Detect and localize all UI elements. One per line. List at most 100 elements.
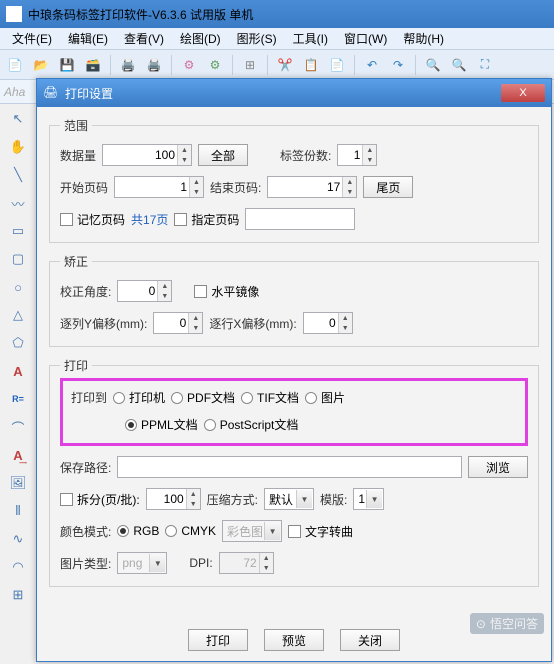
separator bbox=[232, 55, 233, 75]
saveall-icon[interactable]: 🗃️ bbox=[82, 54, 104, 76]
arc2-icon[interactable]: ◠ bbox=[7, 556, 29, 578]
last-page-button[interactable]: 尾页 bbox=[363, 176, 413, 198]
color-profile-combo[interactable]: 彩色图▼ bbox=[222, 520, 282, 542]
save-path-label: 保存路径: bbox=[60, 459, 111, 476]
compress-label: 压缩方式: bbox=[207, 491, 258, 508]
image-type-combo[interactable]: png▼ bbox=[117, 552, 167, 574]
image-icon[interactable]: 🖼 bbox=[7, 472, 29, 494]
cut-icon[interactable]: ✂️ bbox=[274, 54, 296, 76]
all-button[interactable]: 全部 bbox=[198, 144, 248, 166]
menu-window[interactable]: 窗口(W) bbox=[336, 28, 395, 49]
hand-icon[interactable]: ✋ bbox=[7, 136, 29, 158]
angle-input[interactable]: ▲▼ bbox=[117, 280, 172, 302]
menu-view[interactable]: 查看(V) bbox=[116, 28, 172, 49]
dialog-icon: 🖨 bbox=[43, 85, 59, 101]
separator bbox=[415, 55, 416, 75]
print-button[interactable]: 打印 bbox=[188, 629, 248, 651]
split-input[interactable]: ▲▼ bbox=[146, 488, 201, 510]
radio-ppml[interactable]: PPML文档 bbox=[125, 416, 198, 433]
radio-postscript[interactable]: PostScript文档 bbox=[204, 416, 299, 433]
split-checkbox[interactable]: 拆分(页/批): bbox=[60, 491, 140, 508]
menu-tool[interactable]: 工具(I) bbox=[285, 28, 336, 49]
close-dialog-button[interactable]: 关闭 bbox=[340, 629, 400, 651]
dialog-title: 打印设置 bbox=[65, 85, 113, 102]
end-page-input[interactable]: ▲▼ bbox=[267, 176, 357, 198]
paste-icon[interactable]: 📄 bbox=[326, 54, 348, 76]
specify-page-checkbox[interactable]: 指定页码 bbox=[174, 211, 239, 228]
radio-tif[interactable]: TIF文档 bbox=[241, 389, 299, 406]
menu-bar: 文件(E) 编辑(E) 查看(V) 绘图(D) 图形(S) 工具(I) 窗口(W… bbox=[0, 28, 554, 50]
settings2-icon[interactable]: ⚙ bbox=[204, 54, 226, 76]
zoomin-icon[interactable]: 🔍 bbox=[422, 54, 444, 76]
polyline-icon[interactable]: 〰 bbox=[7, 192, 29, 214]
left-toolstrip: ↖ ✋ ╲ 〰 ▭ ▢ ○ △ ⬠ A R= ⌒ A͢ 🖼 ⦀ ∿ ◠ ⊞ bbox=[0, 104, 36, 606]
copies-label: 标签份数: bbox=[280, 147, 331, 164]
save-path-input[interactable] bbox=[117, 456, 462, 478]
print-icon[interactable]: 🖨️ bbox=[117, 54, 139, 76]
zoomfit-icon[interactable]: ⛶ bbox=[474, 54, 496, 76]
data-count-input[interactable]: ▲▼ bbox=[102, 144, 192, 166]
zoomout-icon[interactable]: 🔍 bbox=[448, 54, 470, 76]
redo-icon[interactable]: ↷ bbox=[387, 54, 409, 76]
outline-text-checkbox[interactable]: 文字转曲 bbox=[288, 523, 353, 540]
menu-shape[interactable]: 图形(S) bbox=[229, 28, 285, 49]
menu-edit[interactable]: 编辑(E) bbox=[60, 28, 116, 49]
radio-cmyk[interactable]: CMYK bbox=[165, 524, 216, 538]
range-legend: 范围 bbox=[60, 117, 92, 134]
start-page-input[interactable]: ▲▼ bbox=[114, 176, 204, 198]
richtext-icon[interactable]: R= bbox=[7, 388, 29, 410]
total-pages: 共17页 bbox=[131, 211, 168, 228]
template-combo[interactable]: 1▼ bbox=[353, 488, 384, 510]
close-button[interactable]: X bbox=[501, 84, 545, 102]
open-icon[interactable]: 📂 bbox=[30, 54, 52, 76]
mirror-checkbox[interactable]: 水平镜像 bbox=[194, 283, 259, 300]
table-icon[interactable]: ⊞ bbox=[7, 584, 29, 606]
app-title: 中琅条码标签打印软件-V6.3.6 试用版 单机 bbox=[28, 6, 253, 23]
vtext-icon[interactable]: A͢ bbox=[7, 444, 29, 466]
grid-icon[interactable]: ⊞ bbox=[239, 54, 261, 76]
save-icon[interactable]: 💾 bbox=[56, 54, 78, 76]
line-icon[interactable]: ╲ bbox=[7, 164, 29, 186]
printer-icon[interactable]: 🖨️ bbox=[143, 54, 165, 76]
undo-icon[interactable]: ↶ bbox=[361, 54, 383, 76]
dpi-label: DPI: bbox=[189, 556, 212, 570]
curve-icon[interactable]: ∿ bbox=[7, 528, 29, 550]
roundrect-icon[interactable]: ▢ bbox=[7, 248, 29, 270]
range-group: 范围 数据量 ▲▼ 全部 标签份数: ▲▼ 开始页码 ▲▼ 结束页码: ▲▼ 尾… bbox=[49, 117, 539, 243]
correction-group: 矫正 校正角度: ▲▼ 水平镜像 逐列Y偏移(mm): ▲▼ 逐行X偏移(mm)… bbox=[49, 253, 539, 347]
radio-pdf[interactable]: PDF文档 bbox=[171, 389, 235, 406]
menu-file[interactable]: 文件(E) bbox=[4, 28, 60, 49]
menu-help[interactable]: 帮助(H) bbox=[395, 28, 452, 49]
triangle-icon[interactable]: △ bbox=[7, 304, 29, 326]
text-icon[interactable]: A bbox=[7, 360, 29, 382]
separator bbox=[267, 55, 268, 75]
data-count-label: 数据量 bbox=[60, 147, 96, 164]
browse-button[interactable]: 浏览 bbox=[468, 456, 528, 478]
specify-page-input[interactable] bbox=[245, 208, 355, 230]
menu-draw[interactable]: 绘图(D) bbox=[172, 28, 229, 49]
settings1-icon[interactable]: ⚙ bbox=[178, 54, 200, 76]
correction-legend: 矫正 bbox=[60, 253, 92, 270]
ellipse-icon[interactable]: ○ bbox=[7, 276, 29, 298]
copies-input[interactable]: ▲▼ bbox=[337, 144, 377, 166]
preview-button[interactable]: 预览 bbox=[264, 629, 324, 651]
arc-icon[interactable]: ⌒ bbox=[7, 416, 29, 438]
row-offset-input[interactable]: ▲▼ bbox=[303, 312, 353, 334]
pointer-icon[interactable]: ↖ bbox=[7, 108, 29, 130]
template-label: 模版: bbox=[320, 491, 347, 508]
new-icon[interactable]: 📄 bbox=[4, 54, 26, 76]
end-page-label: 结束页码: bbox=[210, 179, 261, 196]
polygon-icon[interactable]: ⬠ bbox=[7, 332, 29, 354]
watermark-icon: ⊙ bbox=[476, 617, 486, 631]
radio-rgb[interactable]: RGB bbox=[117, 524, 159, 538]
radio-image[interactable]: 图片 bbox=[305, 389, 345, 406]
dpi-input[interactable]: ▲▼ bbox=[219, 552, 274, 574]
copy-icon[interactable]: 📋 bbox=[300, 54, 322, 76]
compress-combo[interactable]: 默认▼ bbox=[264, 488, 314, 510]
col-offset-input[interactable]: ▲▼ bbox=[153, 312, 203, 334]
radio-printer[interactable]: 打印机 bbox=[113, 389, 165, 406]
rect-icon[interactable]: ▭ bbox=[7, 220, 29, 242]
dialog-titlebar: 🖨 打印设置 X bbox=[37, 79, 551, 107]
remember-page-checkbox[interactable]: 记忆页码 bbox=[60, 211, 125, 228]
barcode-icon[interactable]: ⦀ bbox=[7, 500, 29, 522]
